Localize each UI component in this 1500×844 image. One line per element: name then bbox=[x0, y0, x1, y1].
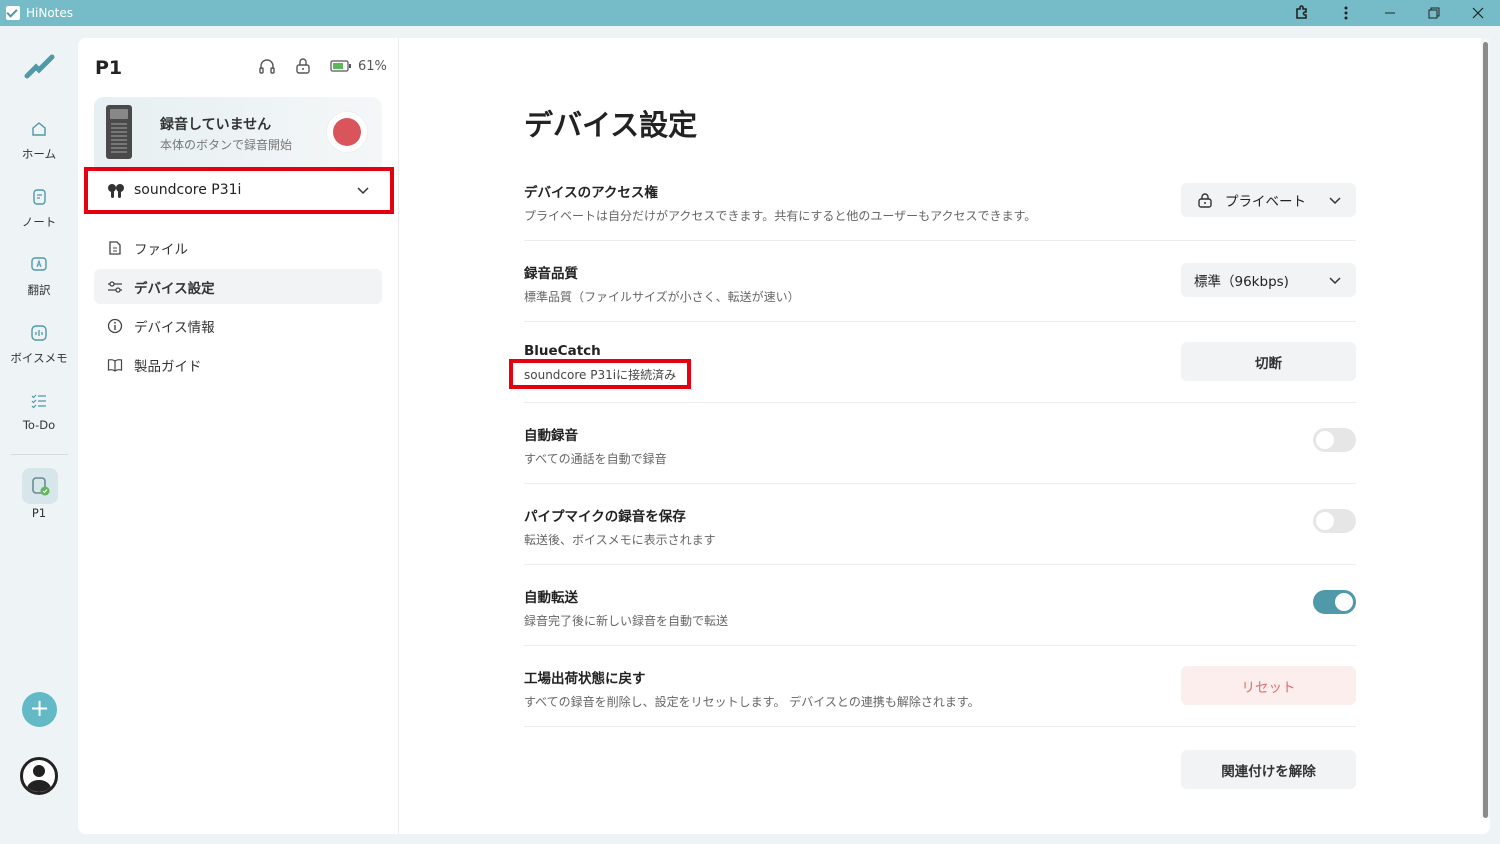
rail-device-label: P1 bbox=[31, 506, 47, 520]
setting-desc: 転送後、ボイスメモに表示されます bbox=[524, 533, 716, 547]
restore-button[interactable] bbox=[1412, 0, 1456, 26]
recorder-image bbox=[106, 105, 132, 159]
chevron-down-icon bbox=[357, 187, 369, 195]
pipe-mic-toggle[interactable] bbox=[1313, 509, 1356, 533]
rail-item-translate[interactable]: 翻訳 bbox=[0, 254, 78, 298]
rail-item-label: 翻訳 bbox=[27, 283, 51, 297]
recording-status-card: 録音していません 本体のボタンで録音開始 bbox=[94, 97, 382, 167]
todo-icon bbox=[28, 390, 50, 412]
menu-item-label: 製品ガイド bbox=[134, 358, 202, 375]
highlight-box bbox=[509, 359, 691, 389]
unlink-button[interactable]: 関連付けを解除 bbox=[1181, 750, 1356, 789]
file-icon bbox=[106, 239, 124, 257]
window-title: HiNotes bbox=[26, 6, 74, 20]
setting-auto-record: 自動録音 すべての通話を自動で録音 bbox=[524, 424, 1356, 467]
menu-item-device-info[interactable]: デバイス情報 bbox=[94, 308, 382, 343]
divider bbox=[524, 726, 1356, 727]
setting-name: 自動録音 bbox=[524, 428, 578, 444]
headset-selector[interactable]: soundcore P31i bbox=[84, 167, 394, 214]
divider bbox=[524, 645, 1356, 646]
close-button[interactable] bbox=[1456, 0, 1500, 26]
recording-status: 録音していません bbox=[160, 117, 272, 133]
menu-item-label: デバイス情報 bbox=[134, 319, 215, 336]
lock-icon bbox=[1198, 193, 1212, 208]
more-options-icon[interactable] bbox=[1324, 0, 1368, 26]
rail-item-note[interactable]: ノート bbox=[0, 186, 78, 230]
extension-icon[interactable] bbox=[1280, 0, 1324, 26]
book-icon bbox=[106, 356, 124, 374]
translate-icon bbox=[28, 254, 50, 276]
battery-icon bbox=[330, 60, 351, 72]
reset-button[interactable]: リセット bbox=[1181, 666, 1356, 705]
add-button[interactable]: + bbox=[22, 692, 57, 727]
title-bar: HiNotes bbox=[0, 0, 1500, 26]
lock-icon bbox=[296, 58, 310, 74]
rail-item-label: ホーム bbox=[21, 147, 57, 161]
menu-item-device-settings[interactable]: デバイス設定 bbox=[94, 269, 382, 304]
menu-item-files[interactable]: ファイル bbox=[94, 230, 382, 265]
settings-sliders-icon bbox=[106, 278, 124, 296]
menu-item-label: デバイス設定 bbox=[134, 280, 215, 297]
divider bbox=[524, 483, 1356, 484]
headphones-icon bbox=[259, 59, 275, 74]
rail-device-p1[interactable] bbox=[22, 468, 58, 504]
quality-value: 標準（96kbps) bbox=[1194, 274, 1289, 290]
rail-divider bbox=[10, 454, 68, 455]
home-icon bbox=[28, 118, 50, 140]
chevron-down-icon bbox=[1329, 197, 1341, 205]
setting-desc: 録音完了後に新しい録音を自動で転送 bbox=[524, 614, 729, 628]
column-divider bbox=[398, 38, 399, 834]
rail-item-voice-memo[interactable]: ボイスメモ bbox=[0, 322, 78, 366]
recording-hint: 本体のボタンで録音開始 bbox=[160, 138, 293, 152]
menu-item-label: ファイル bbox=[134, 241, 188, 258]
battery-percent: 61% bbox=[358, 58, 387, 74]
divider bbox=[524, 402, 1356, 403]
setting-auto-transfer: 自動転送 録音完了後に新しい録音を自動で転送 bbox=[524, 586, 1356, 629]
access-select[interactable]: プライベート bbox=[1181, 183, 1356, 217]
setting-desc: すべての通話を自動で録音 bbox=[524, 452, 667, 466]
avatar[interactable] bbox=[20, 757, 58, 795]
setting-name: 自動転送 bbox=[524, 590, 578, 606]
voice-memo-icon bbox=[28, 322, 50, 344]
headset-name: soundcore P31i bbox=[134, 182, 242, 198]
chevron-down-icon bbox=[1329, 277, 1341, 285]
quality-select[interactable]: 標準（96kbps) bbox=[1181, 263, 1356, 297]
record-button[interactable] bbox=[327, 112, 367, 152]
auto-record-toggle[interactable] bbox=[1313, 428, 1356, 452]
auto-transfer-toggle[interactable] bbox=[1313, 590, 1356, 614]
earbuds-icon bbox=[108, 184, 124, 198]
minimize-button[interactable] bbox=[1368, 0, 1412, 26]
note-icon bbox=[28, 186, 50, 208]
scrollbar[interactable] bbox=[1481, 38, 1490, 818]
device-name: P1 bbox=[95, 57, 123, 79]
divider bbox=[524, 240, 1356, 241]
disconnect-button[interactable]: 切断 bbox=[1181, 342, 1356, 381]
setting-name: パイプマイクの録音を保存 bbox=[524, 509, 686, 525]
rail-item-label: ボイスメモ bbox=[10, 351, 68, 365]
rail-item-todo[interactable]: To-Do bbox=[0, 390, 78, 432]
recorder-icon bbox=[32, 477, 50, 496]
app-logo-icon bbox=[6, 6, 20, 20]
rail-item-label: ノート bbox=[21, 215, 57, 229]
page-title: デバイス設定 bbox=[524, 108, 698, 142]
divider bbox=[524, 564, 1356, 565]
menu-item-product-guide[interactable]: 製品ガイド bbox=[94, 347, 382, 382]
hinotes-logo-icon bbox=[24, 54, 55, 79]
access-value: プライベート bbox=[1225, 194, 1306, 210]
rail-item-label: To-Do bbox=[22, 418, 56, 432]
rail-item-home[interactable]: ホーム bbox=[0, 118, 78, 162]
divider bbox=[524, 321, 1356, 322]
setting-pipe-mic: パイプマイクの録音を保存 転送後、ボイスメモに表示されます bbox=[524, 505, 1356, 548]
nav-rail: ホーム ノート 翻訳 ボイスメモ To-Do P1 + bbox=[0, 26, 78, 844]
device-status: 61% bbox=[258, 57, 387, 75]
info-icon bbox=[106, 317, 124, 335]
